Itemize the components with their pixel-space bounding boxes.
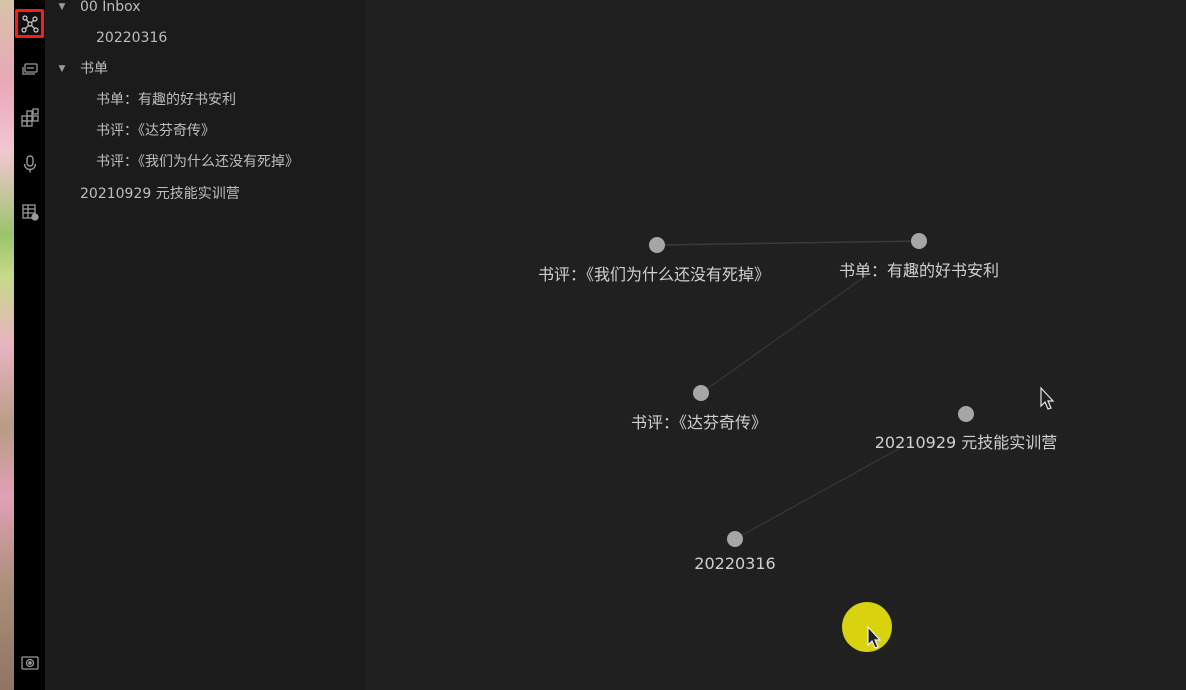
graph-node[interactable]	[958, 406, 974, 422]
graph-node[interactable]	[649, 237, 665, 253]
graph-link	[734, 440, 914, 540]
graph-node-label[interactable]: 书单：有趣的好书安利	[839, 257, 999, 281]
graph-node-label[interactable]: 书评：《我们为什么还没有死掉》	[538, 261, 770, 285]
chevron-down-icon[interactable]: ▼	[57, 58, 67, 80]
graph-canvas[interactable]	[365, 0, 1186, 690]
folder-00-inbox[interactable]: ▼ 00 Inbox	[57, 0, 357, 18]
slides-icon[interactable]	[15, 55, 44, 84]
graph-node[interactable]	[911, 233, 927, 249]
file-label: 20220316	[96, 30, 168, 46]
cursor-highlight	[842, 602, 892, 652]
folder-label: 书单	[80, 61, 108, 77]
graph-node[interactable]	[693, 385, 709, 401]
file-item[interactable]: 书评：《我们为什么还没有死掉》	[96, 151, 356, 173]
graph-view[interactable]: 书评：《我们为什么还没有死掉》 书单：有趣的好书安利 书评：《达芬奇传》 202…	[365, 0, 1186, 690]
file-explorer: ▼ 00 Inbox 20220316 ▼ 书单 书单：有趣的好书安利 书评：《…	[45, 0, 365, 690]
graph-node-label[interactable]: 20220316	[694, 554, 775, 573]
folder-shudan[interactable]: ▼ 书单	[57, 58, 357, 80]
file-item[interactable]: 书评：《达芬奇传》	[96, 120, 356, 142]
folder-label: 00 Inbox	[80, 0, 141, 15]
file-label: 书单：有趣的好书安利	[96, 92, 236, 108]
microphone-icon[interactable]	[15, 149, 44, 178]
mouse-pointer-icon	[1040, 386, 1055, 410]
table-settings-icon[interactable]	[15, 197, 44, 226]
graph-link	[656, 240, 920, 246]
desktop-wallpaper	[0, 0, 14, 690]
canvas-blocks-icon[interactable]	[15, 102, 44, 131]
ribbon	[14, 0, 45, 690]
chevron-down-icon[interactable]: ▼	[57, 0, 67, 18]
graph-node-label[interactable]: 20210929 元技能实训营	[875, 429, 1058, 453]
graph-node-label[interactable]: 书评：《达芬奇传》	[631, 409, 767, 433]
graph-link	[700, 272, 871, 394]
vault-icon[interactable]	[15, 648, 44, 677]
file-item[interactable]: 20220316	[96, 27, 356, 49]
file-item[interactable]: 20210929 元技能实训营	[80, 183, 360, 205]
file-item[interactable]: 书单：有趣的好书安利	[96, 89, 356, 111]
graph-node[interactable]	[727, 531, 743, 547]
graph-view-icon[interactable]	[15, 9, 44, 38]
file-label: 20210929 元技能实训营	[80, 186, 240, 202]
file-label: 书评：《我们为什么还没有死掉》	[96, 154, 299, 170]
app-window: ▼ 00 Inbox 20220316 ▼ 书单 书单：有趣的好书安利 书评：《…	[0, 0, 1186, 690]
file-label: 书评：《达芬奇传》	[96, 123, 215, 139]
